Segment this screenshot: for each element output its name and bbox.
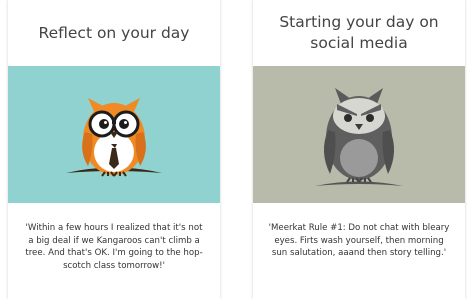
card-social-media[interactable]: Starting your day on social media 'Meerk…: [253, 0, 465, 299]
card-quote: 'Within a few hours I realized that it's…: [25, 223, 203, 271]
smart-owl-icon: [8, 66, 220, 203]
card-image: [253, 66, 465, 203]
card-reflect-on-your-day[interactable]: Reflect on your day 'Within a few hours …: [8, 0, 220, 299]
card-quote: 'Meerkat Rule #1: Do not chat with blear…: [268, 223, 450, 259]
card-title: Starting your day on social media: [279, 13, 439, 52]
page: Reflect on your day 'Within a few hours …: [0, 0, 467, 299]
grumpy-owl-icon: [253, 66, 465, 203]
card-image: [8, 66, 220, 203]
card-title: Reflect on your day: [38, 23, 190, 42]
